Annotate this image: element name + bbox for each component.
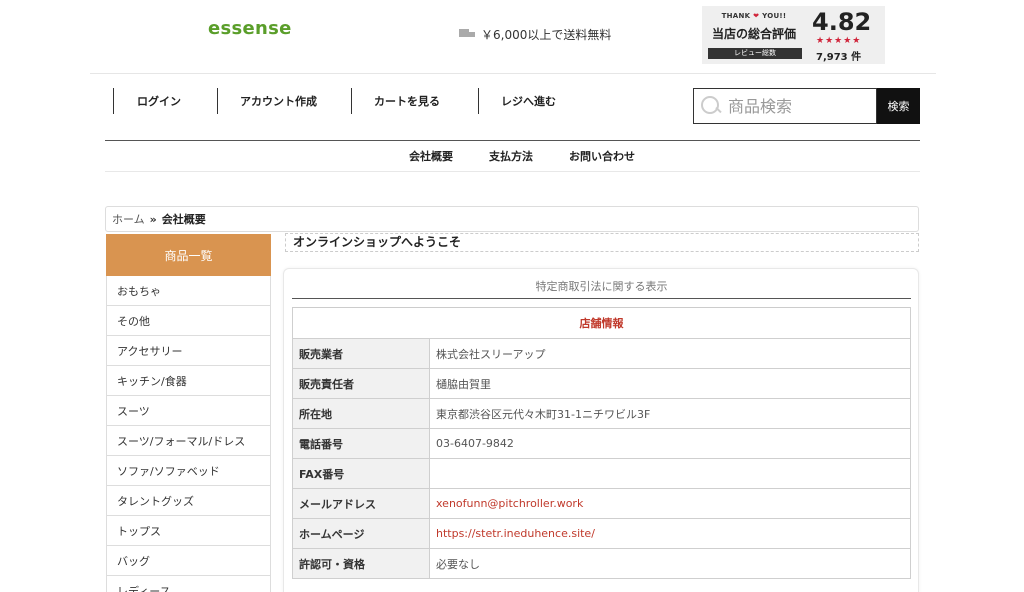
table-row: ホームページ https://stetr.ineduhence.site/ bbox=[292, 518, 911, 549]
table-heading: 店舗情報 bbox=[292, 307, 911, 339]
sidebar-item-kitchen[interactable]: キッチン/食器 bbox=[106, 366, 271, 396]
sidebar-heading: 商品一覧 bbox=[106, 234, 271, 276]
row-value: 株式会社スリーアップ bbox=[429, 338, 911, 369]
table-row: 所在地 東京都渋谷区元代々木町31-1ニチワビル3F bbox=[292, 398, 911, 429]
nav-view-cart[interactable]: カートを見る bbox=[351, 88, 478, 114]
nav-checkout[interactable]: レジへ進む bbox=[478, 88, 598, 114]
row-key: 電話番号 bbox=[292, 428, 430, 459]
table-row: FAX番号 bbox=[292, 458, 911, 489]
badge-thanks: THANK ❤ YOU!! bbox=[706, 12, 802, 20]
badge-you-word: YOU!! bbox=[762, 12, 787, 20]
shipping-notice: ￥6,000以上で送料無料 bbox=[459, 26, 611, 43]
panel-title: 特定商取引法に関する表示 bbox=[535, 280, 668, 293]
sidebar-item-sofa[interactable]: ソファ/ソファベッド bbox=[106, 456, 271, 486]
sidebar-item-formal[interactable]: スーツ/フォーマル/ドレス bbox=[106, 426, 271, 456]
main-nav: ログイン アカウント作成 カートを見る レジへ進む bbox=[113, 88, 598, 114]
breadcrumb: ホーム » 会社概要 bbox=[105, 206, 919, 232]
breadcrumb-separator: » bbox=[149, 212, 157, 226]
star-rating-icon: ★★★★★ bbox=[816, 36, 862, 46]
row-key: 販売責任者 bbox=[292, 368, 430, 399]
nav-divider bbox=[105, 140, 920, 141]
table-header-row: 店舗情報 bbox=[292, 307, 911, 339]
sub-nav: 会社概要 支払方法 お問い合わせ bbox=[0, 148, 1024, 164]
row-key: 販売業者 bbox=[292, 338, 430, 369]
shipping-text: ￥6,000以上で送料無料 bbox=[481, 28, 612, 42]
sidebar-item-other[interactable]: その他 bbox=[106, 306, 271, 336]
email-link[interactable]: xenofunn@pitchroller.work bbox=[429, 488, 911, 519]
breadcrumb-current: 会社概要 bbox=[161, 213, 206, 226]
breadcrumb-home[interactable]: ホーム bbox=[112, 211, 145, 227]
nav-login[interactable]: ログイン bbox=[113, 88, 217, 114]
heart-icon: ❤ bbox=[753, 12, 760, 20]
welcome-heading: オンラインショップへようこそ bbox=[285, 233, 919, 252]
sidebar-item-accessories[interactable]: アクセサリー bbox=[106, 336, 271, 366]
table-row: 電話番号 03-6407-9842 bbox=[292, 428, 911, 459]
row-key: ホームページ bbox=[292, 518, 430, 549]
table-row: 販売業者 株式会社スリーアップ bbox=[292, 338, 911, 369]
sidebar-item-bags[interactable]: バッグ bbox=[106, 546, 271, 576]
subnav-contact[interactable]: お問い合わせ bbox=[569, 148, 635, 164]
truck-icon bbox=[459, 29, 475, 40]
header-divider bbox=[90, 73, 936, 74]
sidebar-item-tops[interactable]: トップス bbox=[106, 516, 271, 546]
row-key: 許認可・資格 bbox=[292, 548, 430, 579]
row-key: 所在地 bbox=[292, 398, 430, 429]
badge-thanks-word: THANK bbox=[721, 12, 751, 20]
subnav-divider bbox=[105, 171, 920, 172]
subnav-company[interactable]: 会社概要 bbox=[409, 148, 453, 164]
row-key: FAX番号 bbox=[292, 458, 430, 489]
table-row: メールアドレス xenofunn@pitchroller.work bbox=[292, 488, 911, 519]
sidebar-item-talent-goods[interactable]: タレントグッズ bbox=[106, 486, 271, 516]
search-button[interactable]: 検索 bbox=[877, 88, 920, 124]
sidebar-item-suits[interactable]: スーツ bbox=[106, 396, 271, 426]
site-header: essense ￥6,000以上で送料無料 THANK ❤ YOU!! 当店の総… bbox=[0, 0, 1024, 74]
subnav-payment[interactable]: 支払方法 bbox=[489, 148, 533, 164]
badge-banner: THANK ❤ YOU!! 当店の総合評価 レビュー総数 bbox=[706, 9, 802, 61]
badge-sub: レビュー総数 bbox=[708, 48, 802, 59]
review-badge[interactable]: THANK ❤ YOU!! 当店の総合評価 レビュー総数 4.82 ★★★★★ … bbox=[702, 6, 885, 64]
search-box bbox=[693, 88, 877, 124]
row-key: メールアドレス bbox=[292, 488, 430, 519]
row-value: 03-6407-9842 bbox=[429, 428, 911, 459]
badge-title: 当店の総合評価 bbox=[711, 27, 796, 41]
nav-create-account[interactable]: アカウント作成 bbox=[217, 88, 351, 114]
search-icon bbox=[700, 95, 722, 117]
badge-review-count: 7,973 件 bbox=[816, 52, 862, 63]
row-value: 樋脇由賀里 bbox=[429, 368, 911, 399]
category-sidebar: 商品一覧 おもちゃ その他 アクセサリー キッチン/食器 スーツ スーツ/フォー… bbox=[106, 234, 271, 592]
table-row: 許認可・資格 必要なし bbox=[292, 548, 911, 579]
row-value bbox=[429, 458, 911, 489]
sidebar-item-toys[interactable]: おもちゃ bbox=[106, 276, 271, 306]
search-input[interactable] bbox=[728, 96, 868, 116]
table-row: 販売責任者 樋脇由賀里 bbox=[292, 368, 911, 399]
badge-score: 4.82 bbox=[812, 8, 872, 36]
row-value: 東京都渋谷区元代々木町31-1ニチワビル3F bbox=[429, 398, 911, 429]
homepage-link[interactable]: https://stetr.ineduhence.site/ bbox=[429, 518, 911, 549]
store-info-table: 店舗情報 販売業者 株式会社スリーアップ 販売責任者 樋脇由賀里 所在地 東京都… bbox=[292, 307, 911, 579]
site-logo[interactable]: essense bbox=[208, 18, 292, 39]
row-value: 必要なし bbox=[429, 548, 911, 579]
panel-divider bbox=[292, 298, 911, 299]
search-form: 検索 bbox=[693, 88, 920, 124]
sidebar-item-ladies[interactable]: レディース bbox=[106, 576, 271, 592]
